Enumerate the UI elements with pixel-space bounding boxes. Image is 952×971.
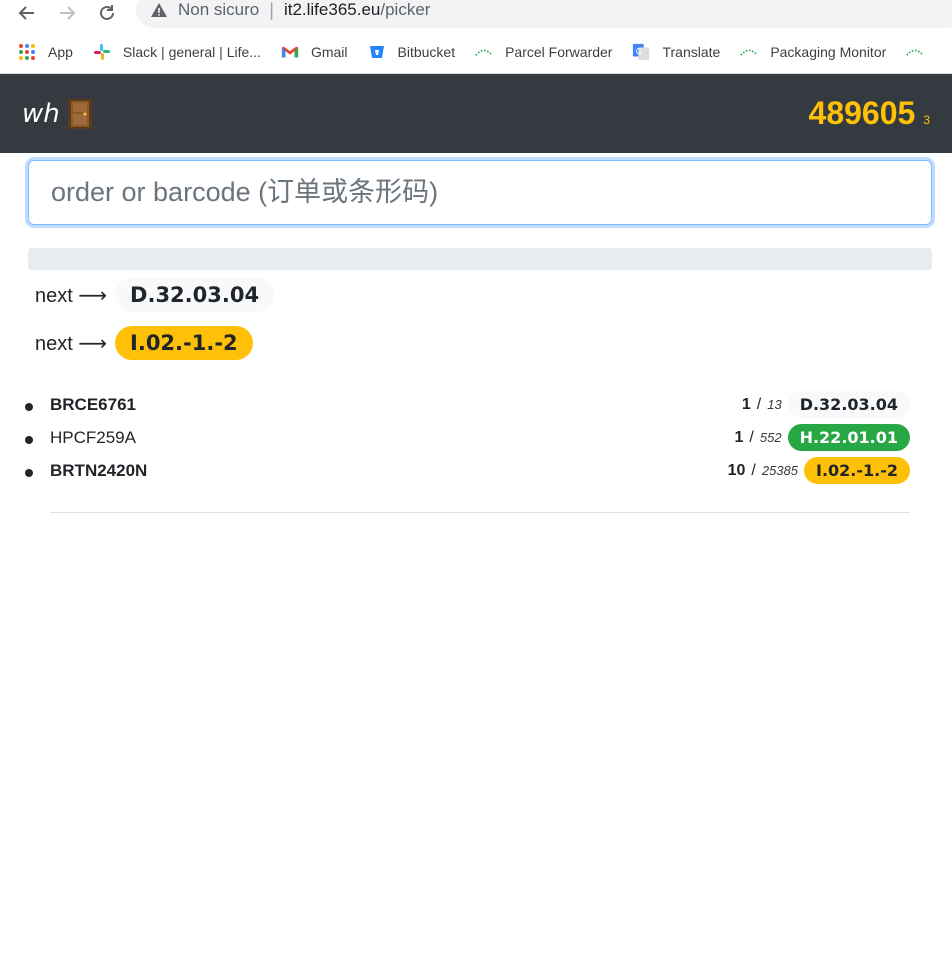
bookmark-overflow[interactable] bbox=[906, 43, 936, 61]
reload-button[interactable] bbox=[94, 0, 120, 26]
counter-sub-value: 3 bbox=[923, 113, 930, 127]
pick-count: 1 bbox=[741, 395, 751, 413]
bookmark-translate[interactable]: G Translate bbox=[632, 43, 720, 61]
qty-separator: / bbox=[756, 395, 762, 413]
list-divider bbox=[50, 512, 910, 513]
qty-separator: / bbox=[749, 428, 754, 446]
browser-divider bbox=[0, 73, 952, 74]
location-badge: I.02.-1.-2 bbox=[804, 457, 910, 484]
bullet bbox=[25, 402, 33, 411]
arrow-left-icon bbox=[18, 6, 34, 20]
url-separator: | bbox=[269, 0, 274, 20]
quantity-group: 10 / 25385 I.02.-1.-2 bbox=[728, 457, 910, 484]
qty-separator: / bbox=[751, 461, 756, 479]
door-icon bbox=[67, 98, 92, 129]
svg-text:G: G bbox=[636, 46, 642, 56]
arrow-right-icon bbox=[60, 6, 76, 20]
gmail-icon bbox=[281, 43, 299, 61]
bookmark-packaging-monitor[interactable]: Packaging Monitor bbox=[740, 43, 886, 61]
bookmark-gmail[interactable]: Gmail bbox=[281, 43, 348, 61]
forward-button[interactable] bbox=[54, 0, 80, 26]
pick-count: 1 bbox=[734, 428, 744, 446]
pick-counter: 489605 3 bbox=[809, 95, 930, 132]
bullet bbox=[25, 468, 33, 477]
dotted-arc-icon bbox=[740, 43, 759, 61]
order-barcode-input[interactable] bbox=[28, 160, 932, 225]
dotted-arc-icon bbox=[475, 43, 493, 61]
bookmark-label: Bitbucket bbox=[397, 44, 456, 60]
quantity-group: 1 / 552 H.22.01.01 bbox=[735, 424, 910, 451]
bookmark-label: Gmail bbox=[310, 44, 348, 60]
next-location-badge: I.02.-1.-2 bbox=[115, 326, 253, 360]
address-bar[interactable]: Non sicuro | it2.life365.eu /picker bbox=[136, 0, 952, 28]
bookmark-label: App bbox=[48, 44, 73, 60]
warning-icon bbox=[151, 3, 167, 17]
bookmark-label: Parcel Forwarder bbox=[505, 44, 613, 60]
product-code: BRCE6761 bbox=[50, 394, 136, 414]
next-location-row: next ⟶ D.32.03.04 bbox=[35, 278, 932, 312]
reload-icon bbox=[100, 5, 114, 20]
pick-count: 10 bbox=[727, 461, 746, 479]
bitbucket-icon bbox=[368, 43, 386, 61]
translate-icon: G bbox=[632, 43, 650, 61]
next-location-row: next ⟶ I.02.-1.-2 bbox=[35, 326, 932, 360]
stock-total: 552 bbox=[759, 430, 782, 445]
location-badge: D.32.03.04 bbox=[787, 391, 910, 418]
app-header: wh 489605 3 bbox=[0, 74, 952, 153]
url-path: /picker bbox=[380, 0, 431, 19]
product-code: BRTN2420N bbox=[50, 460, 148, 480]
location-badge: H.22.01.01 bbox=[787, 424, 910, 451]
bookmark-label: Translate bbox=[662, 44, 721, 60]
next-location-badge: D.32.03.04 bbox=[115, 278, 275, 312]
insecure-label: Non sicuro bbox=[178, 0, 260, 19]
search-wrap bbox=[28, 160, 932, 225]
next-label: next ⟶ bbox=[35, 284, 108, 307]
bookmark-app[interactable]: App bbox=[18, 43, 73, 61]
apps-grid-icon bbox=[18, 43, 36, 61]
picker-main: next ⟶ D.32.03.04 next ⟶ I.02.-1.-2 BRCE… bbox=[0, 160, 952, 513]
slack-icon bbox=[93, 43, 111, 61]
pick-progress-bar bbox=[28, 248, 932, 270]
stock-total: 25385 bbox=[761, 463, 798, 478]
url-host: it2.life365.eu bbox=[283, 0, 381, 19]
bookmark-parcel-forwarder[interactable]: Parcel Forwarder bbox=[475, 43, 612, 61]
list-item[interactable]: BRTN2420N 10 / 25385 I.02.-1.-2 bbox=[25, 454, 910, 487]
quantity-group: 1 / 13 D.32.03.04 bbox=[742, 391, 910, 418]
bookmark-label: Packaging Monitor bbox=[770, 44, 887, 60]
browser-chrome: Non sicuro | it2.life365.eu /picker App bbox=[0, 0, 952, 74]
next-label: next ⟶ bbox=[35, 332, 108, 355]
bookmarks-bar: App Slack | general | Life... Gmail Bitb… bbox=[0, 38, 952, 66]
bullet bbox=[25, 435, 33, 444]
bookmark-label: Slack | general | Life... bbox=[122, 44, 261, 60]
product-code: HPCF259A bbox=[50, 427, 136, 447]
bookmark-slack[interactable]: Slack | general | Life... bbox=[93, 43, 261, 61]
pick-list: BRCE6761 1 / 13 D.32.03.04 HPCF259A 1 / … bbox=[25, 388, 910, 487]
back-button[interactable] bbox=[14, 0, 40, 26]
bookmark-bitbucket[interactable]: Bitbucket bbox=[368, 43, 456, 61]
brand-text: wh bbox=[22, 98, 60, 129]
list-item[interactable]: BRCE6761 1 / 13 D.32.03.04 bbox=[25, 388, 910, 421]
browser-nav-row: Non sicuro | it2.life365.eu /picker bbox=[0, 0, 952, 28]
counter-value: 489605 bbox=[808, 95, 916, 131]
brand[interactable]: wh bbox=[22, 98, 92, 129]
list-item[interactable]: HPCF259A 1 / 552 H.22.01.01 bbox=[25, 421, 910, 454]
dotted-arc-icon bbox=[906, 43, 925, 61]
stock-total: 13 bbox=[767, 397, 782, 412]
